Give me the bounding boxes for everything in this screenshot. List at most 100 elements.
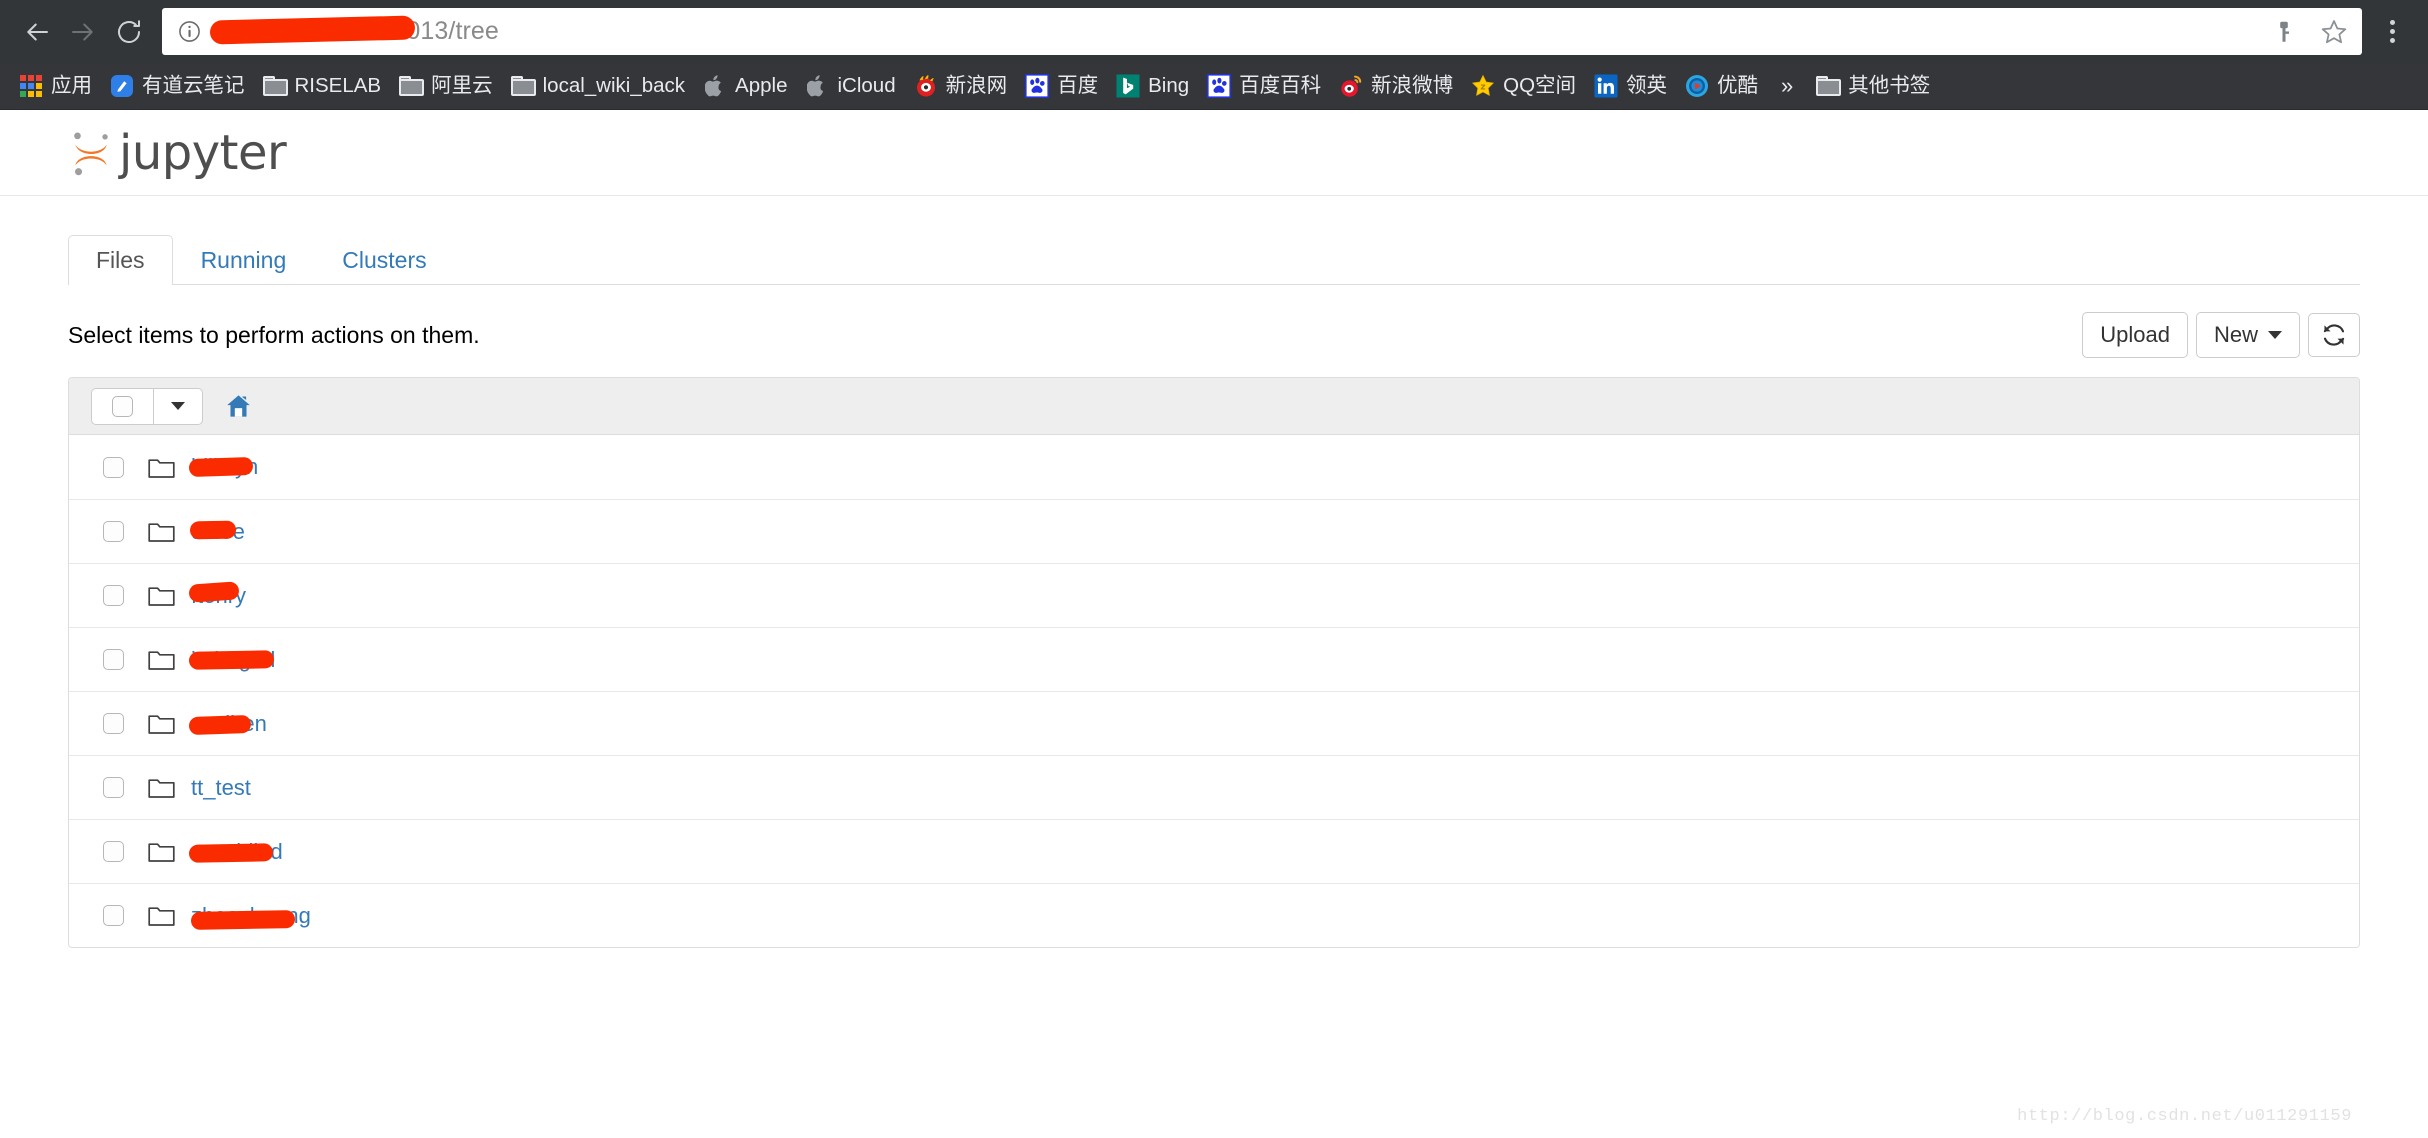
bookmark-baidu[interactable]: 百度 bbox=[1016, 68, 1107, 104]
row-checkbox[interactable] bbox=[103, 585, 124, 606]
folder-link[interactable]: axxiben bbox=[188, 710, 267, 736]
qzone-star-icon: z bbox=[1471, 74, 1495, 98]
row-checkbox[interactable] bbox=[103, 521, 124, 542]
table-row[interactable]: tt_test bbox=[69, 755, 2359, 819]
row-checkbox[interactable] bbox=[103, 777, 124, 798]
folder-icon bbox=[510, 74, 536, 98]
jupyter-logo[interactable]: jupyter bbox=[68, 127, 287, 179]
url-path: :11013/tree bbox=[373, 17, 499, 45]
refresh-button[interactable] bbox=[2308, 313, 2360, 357]
browser-toolbar: 10.21?.1??.??:11013/tree bbox=[0, 0, 2428, 63]
tab-running[interactable]: Running bbox=[173, 235, 315, 285]
upload-button[interactable]: Upload bbox=[2082, 312, 2188, 358]
bookmark-aliyun[interactable]: 阿里云 bbox=[390, 68, 502, 104]
tab-bar: Files Running Clusters bbox=[68, 232, 2360, 285]
tab-clusters[interactable]: Clusters bbox=[314, 235, 454, 285]
breadcrumb-home[interactable] bbox=[225, 393, 252, 419]
bookmark-linkedin[interactable]: 领英 bbox=[1585, 68, 1676, 104]
bookmark-qzone[interactable]: z QQ空间 bbox=[1462, 68, 1585, 104]
folder-link[interactable]: tt_test bbox=[191, 774, 251, 800]
jupyter-header: jupyter bbox=[0, 110, 2428, 196]
row-checkbox[interactable] bbox=[103, 649, 124, 670]
bookmark-label: Apple bbox=[735, 73, 788, 97]
folder-icon bbox=[148, 584, 175, 607]
folder-link[interactable]: ftehry bbox=[188, 580, 246, 607]
table-row[interactable]: axxiben bbox=[69, 691, 2359, 755]
bookmark-apple[interactable]: Apple bbox=[694, 68, 796, 104]
bookmark-bing[interactable]: Bing bbox=[1107, 68, 1198, 104]
password-key-icon[interactable] bbox=[2270, 18, 2298, 46]
row-checkbox[interactable] bbox=[103, 456, 124, 478]
table-row[interactable]: itehegbd bbox=[69, 627, 2359, 691]
menu-dot bbox=[2389, 20, 2395, 25]
blog-watermark: http://blog.csdn.net/u011291159 bbox=[2017, 1107, 2352, 1126]
table-row[interactable]: zhaoshuang bbox=[69, 883, 2359, 947]
bookmark-sina[interactable]: 新浪网 bbox=[905, 68, 1017, 104]
bookmark-label: 应用 bbox=[51, 73, 92, 97]
row-checkbox[interactable] bbox=[103, 841, 124, 862]
table-row[interactable]: bill kyn bbox=[69, 435, 2359, 499]
folder-link[interactable]: itehegbd bbox=[188, 646, 276, 672]
back-arrow-icon bbox=[27, 23, 48, 40]
select-all-checkbox[interactable] bbox=[91, 387, 154, 425]
folder-name: itehegbd bbox=[191, 646, 276, 672]
bookmark-label: QQ空间 bbox=[1503, 73, 1577, 97]
folder-icon bbox=[148, 840, 175, 863]
browser-menu-button[interactable] bbox=[2370, 9, 2414, 55]
address-bar[interactable]: 10.21?.1??.??:11013/tree bbox=[162, 8, 2362, 55]
folder-name: tt_test bbox=[191, 774, 251, 800]
file-list: bill kyn dsfee ftehry itehegbd axxiben t… bbox=[68, 377, 2360, 948]
bookmark-apps[interactable]: 应用 bbox=[10, 68, 101, 104]
folder-link[interactable]: zhaoshuang bbox=[190, 902, 311, 930]
bookmark-youku[interactable]: 优酷 bbox=[1676, 68, 1767, 104]
file-list-header bbox=[69, 378, 2359, 435]
youku-icon bbox=[1685, 74, 1709, 98]
bookmark-label: 阿里云 bbox=[431, 73, 493, 97]
folder-link[interactable]: nxxxbilad bbox=[188, 840, 283, 863]
bookmarks-overflow-button[interactable]: » bbox=[1767, 73, 1807, 99]
toolbar-actions: Upload New bbox=[2082, 312, 2360, 358]
baidu-paw-icon bbox=[1207, 74, 1232, 98]
page-info-icon[interactable] bbox=[176, 19, 202, 45]
folder-name: zhaoshuang bbox=[191, 902, 311, 928]
folder-link[interactable]: dsfee bbox=[189, 520, 245, 543]
folder-link[interactable]: bill kyn bbox=[188, 454, 259, 479]
bookmark-youdao-note[interactable]: 有道云笔记 bbox=[101, 68, 254, 104]
table-row[interactable]: dsfee bbox=[69, 499, 2359, 563]
bookmark-icloud[interactable]: iCloud bbox=[796, 68, 904, 104]
bookmark-weibo[interactable]: 新浪微博 bbox=[1330, 68, 1462, 104]
bookmark-label: 其他书签 bbox=[1848, 73, 1931, 97]
bookmark-label: RISELAB bbox=[294, 73, 382, 97]
bookmark-label: 有道云笔记 bbox=[142, 73, 245, 97]
reload-button[interactable] bbox=[106, 9, 152, 55]
table-row[interactable]: nxxxbilad bbox=[69, 819, 2359, 883]
folder-icon bbox=[148, 712, 175, 735]
select-all-group bbox=[91, 387, 203, 425]
forward-button[interactable] bbox=[60, 9, 106, 55]
folder-name: bill kyn bbox=[191, 454, 259, 479]
new-button[interactable]: New bbox=[2195, 312, 2300, 358]
back-button[interactable] bbox=[14, 9, 60, 55]
bookmark-star-icon[interactable] bbox=[2320, 18, 2348, 46]
apps-grid-icon bbox=[19, 74, 43, 98]
folder-icon bbox=[399, 74, 425, 98]
home-icon bbox=[227, 395, 250, 417]
select-dropdown-button[interactable] bbox=[154, 387, 203, 425]
folder-name: axxiben bbox=[191, 710, 267, 736]
row-checkbox[interactable] bbox=[103, 713, 124, 734]
bookmark-baidu-baike[interactable]: 百度百科 bbox=[1198, 68, 1330, 104]
page-content: jupyter Files Running Clusters Select it… bbox=[0, 110, 2428, 1138]
bookmark-local-wiki-back[interactable]: local_wiki_back bbox=[502, 68, 694, 104]
forward-arrow-icon bbox=[72, 23, 93, 40]
table-row[interactable]: ftehry bbox=[69, 563, 2359, 627]
url-text: 10.21?.1??.??:11013/tree bbox=[209, 15, 2256, 46]
tab-files[interactable]: Files bbox=[68, 235, 173, 285]
bookmark-other-bookmarks[interactable]: 其他书签 bbox=[1807, 68, 1939, 104]
bookmark-label: 百度 bbox=[1057, 73, 1099, 97]
bookmark-riselab[interactable]: RISELAB bbox=[254, 68, 391, 104]
bookmark-label: 领英 bbox=[1626, 73, 1668, 97]
row-checkbox[interactable] bbox=[103, 905, 124, 926]
url-host: 10.21?.1??.?? bbox=[212, 17, 374, 45]
bookmark-label: 优酷 bbox=[1717, 73, 1759, 97]
svg-text:z: z bbox=[1481, 83, 1486, 93]
